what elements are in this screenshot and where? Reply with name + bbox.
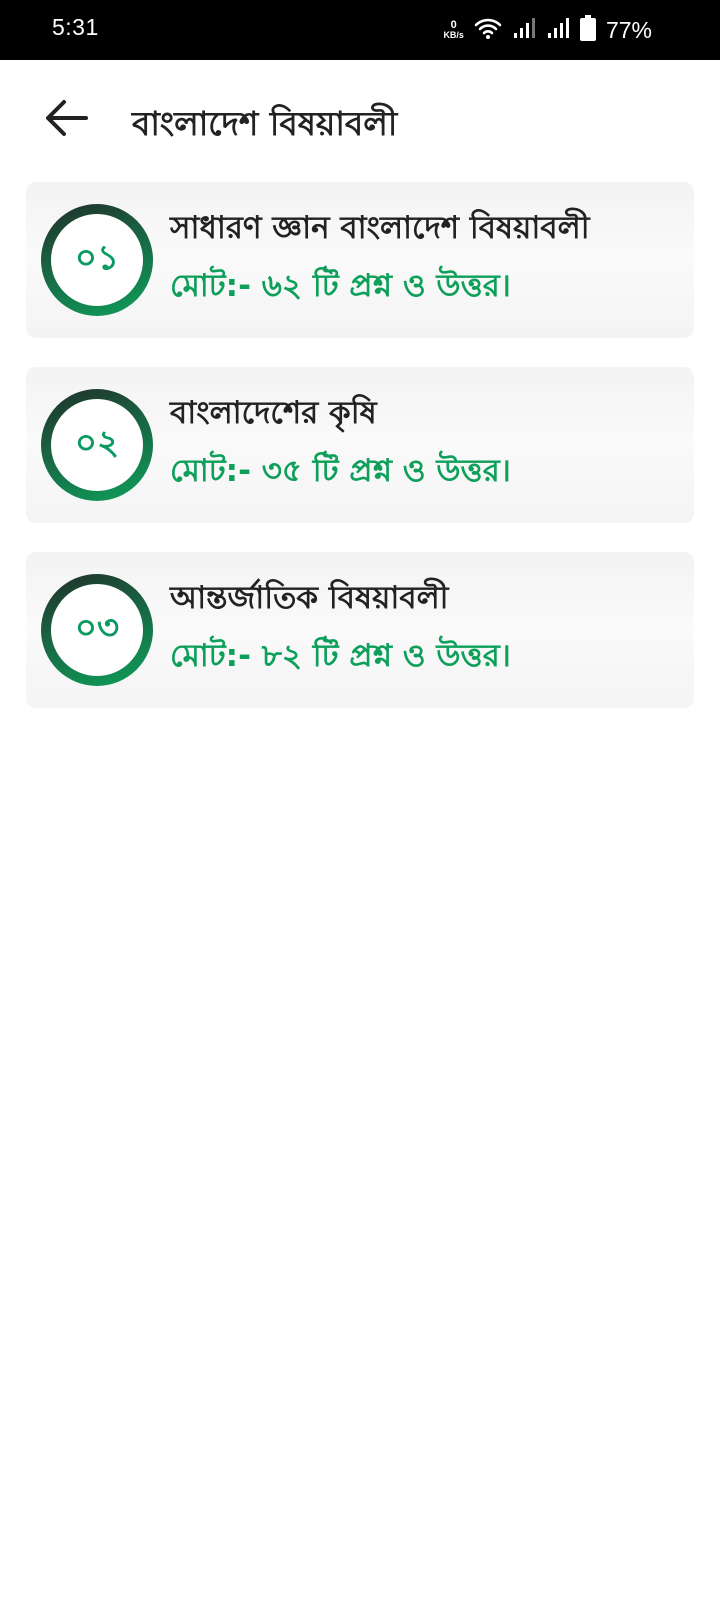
card-subtitle: মোট:- ৩৫ টি প্রশ্ন ও উত্তর। <box>170 453 511 489</box>
arrow-left-icon <box>42 98 90 142</box>
number-badge-label: ০১ <box>51 214 143 306</box>
status-bar: 5:31 0 KB/s 77% <box>0 0 720 60</box>
app-bar: বাংলাদেশ বিষয়াবলী <box>0 60 720 180</box>
number-badge: ০২ <box>41 389 153 501</box>
network-speed: 0 KB/s <box>443 19 464 41</box>
battery-icon <box>579 15 596 45</box>
card-title: বাংলাদেশের কৃষি <box>170 395 377 431</box>
number-badge-label: ০২ <box>51 399 143 491</box>
card-title: সাধারণ জ্ঞান বাংলাদেশ বিষয়াবলী <box>170 210 590 246</box>
topic-card-1[interactable]: ০১ সাধারণ জ্ঞান বাংলাদেশ বিষয়াবলী মোট:-… <box>26 182 694 338</box>
status-time: 5:31 <box>52 14 99 40</box>
network-speed-value: 0 <box>450 19 457 31</box>
topic-card-3[interactable]: ০৩ আন্তর্জাতিক বিষয়াবলী মোট:- ৮২ টি প্র… <box>26 552 694 708</box>
signal-icon <box>546 16 570 44</box>
status-icons: 0 KB/s 77% <box>443 12 652 48</box>
card-subtitle: মোট:- ৮২ টি প্রশ্ন ও উত্তর। <box>170 638 511 674</box>
topic-card-2[interactable]: ০২ বাংলাদেশের কৃষি মোট:- ৩৫ টি প্রশ্ন ও … <box>26 367 694 523</box>
network-speed-unit: KB/s <box>443 30 464 40</box>
page-title: বাংলাদেশ বিষয়াবলী <box>132 104 398 143</box>
card-subtitle: মোট:- ৬২ টি প্রশ্ন ও উত্তর। <box>170 268 511 304</box>
battery-percentage: 77% <box>605 16 652 43</box>
number-badge-label: ০৩ <box>51 584 143 676</box>
wifi-icon <box>474 16 502 44</box>
card-title: আন্তর্জাতিক বিষয়াবলী <box>170 580 449 616</box>
number-badge: ০৩ <box>41 574 153 686</box>
back-button[interactable] <box>36 90 96 150</box>
signal-icon <box>512 16 536 44</box>
number-badge: ০১ <box>41 204 153 316</box>
